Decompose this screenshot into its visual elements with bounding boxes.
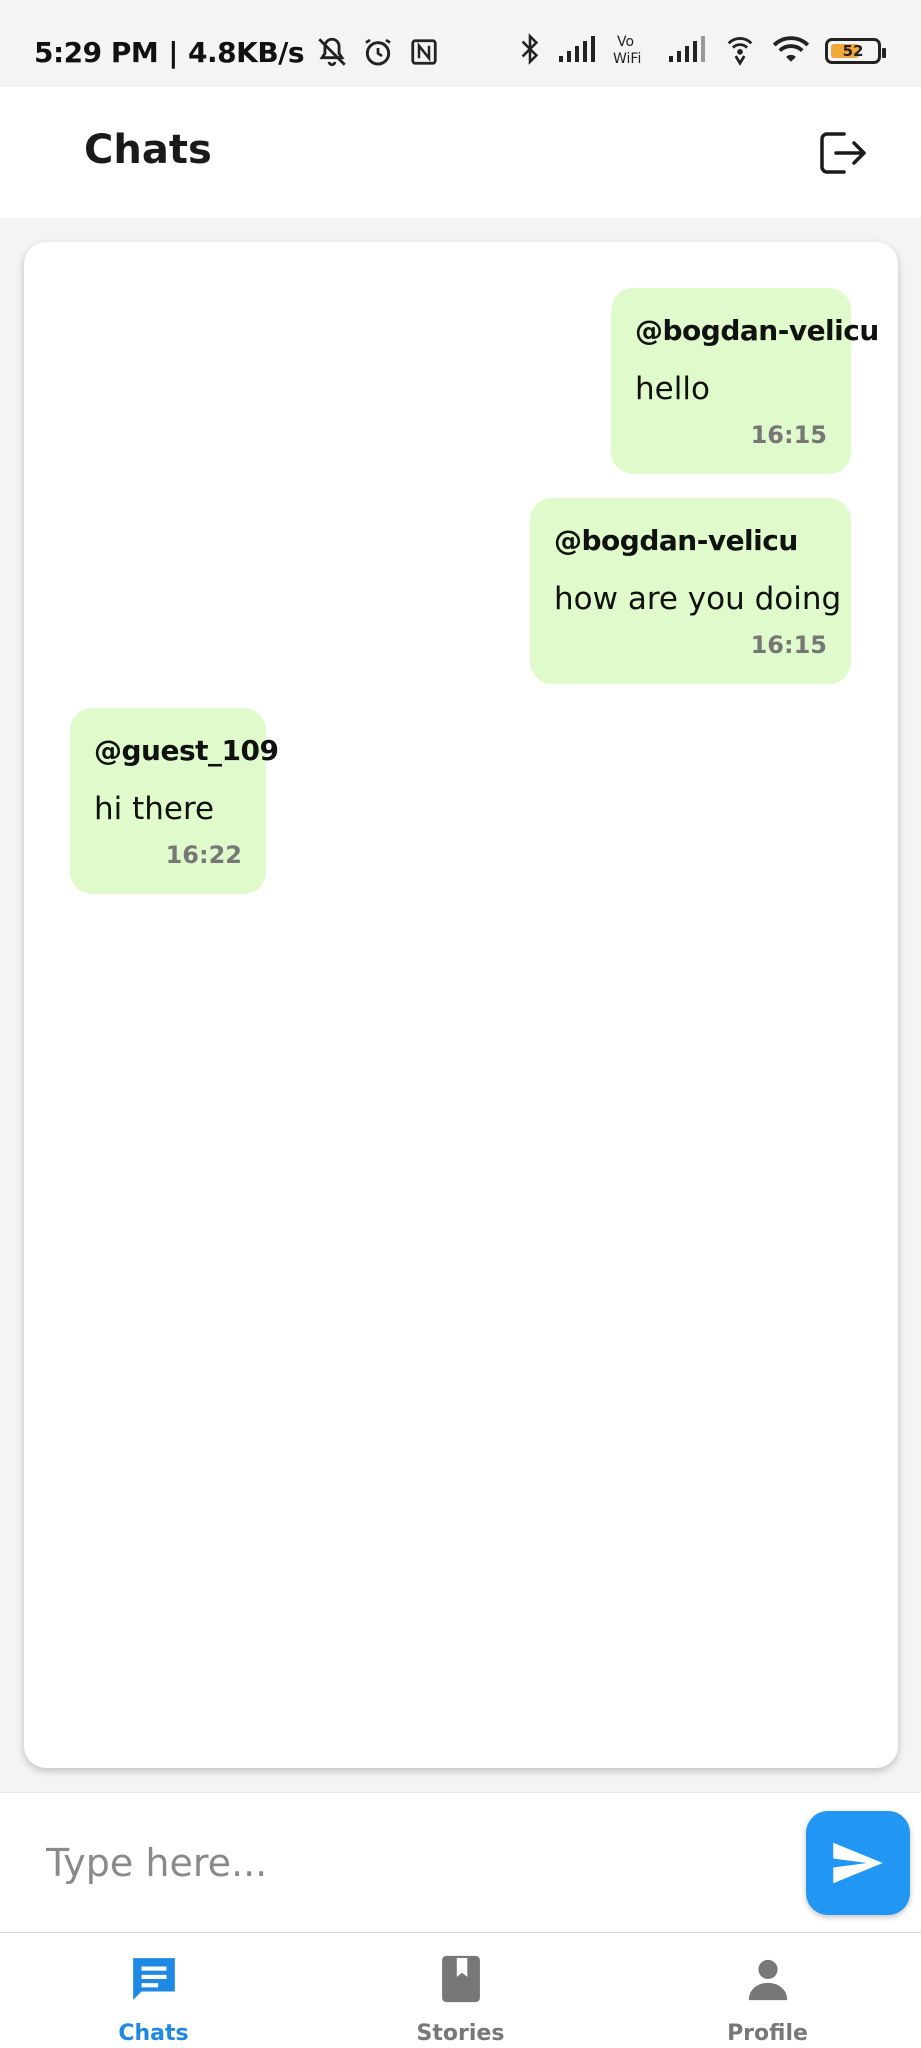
logout-button[interactable] bbox=[815, 125, 871, 181]
message-time: 16:15 bbox=[750, 421, 827, 449]
nav-label: Profile bbox=[727, 2021, 808, 2046]
vowifi-icon: Vo WiFi bbox=[613, 32, 653, 70]
message-bubble[interactable]: @bogdan-velicu hello 16:15 bbox=[611, 288, 879, 474]
logout-icon bbox=[820, 132, 866, 174]
message-text: hello bbox=[635, 371, 710, 407]
signal-icon bbox=[667, 34, 709, 68]
svg-text:WiFi: WiFi bbox=[613, 51, 641, 66]
message-author: @bogdan-velicu bbox=[554, 524, 798, 557]
nav-item-profile[interactable]: Profile bbox=[614, 1933, 921, 2048]
status-time: 5:29 PM bbox=[34, 35, 159, 69]
bluetooth-icon bbox=[517, 32, 543, 70]
message-composer bbox=[0, 1792, 921, 1932]
status-left: 5:29 PM | 4.8KB/s bbox=[34, 34, 442, 70]
wifi-icon bbox=[771, 33, 811, 69]
message-text: how are you doing bbox=[554, 581, 842, 617]
alarm-icon bbox=[360, 34, 396, 70]
book-icon bbox=[433, 1951, 489, 2007]
nfc-icon bbox=[406, 34, 442, 70]
nav-item-stories[interactable]: Stories bbox=[307, 1933, 614, 2048]
person-icon bbox=[740, 1951, 796, 2007]
nav-label: Chats bbox=[118, 2021, 189, 2046]
message-input[interactable] bbox=[46, 1833, 766, 1893]
network-speed: 4.8KB/s bbox=[188, 35, 305, 69]
wifi-hotspot-icon bbox=[723, 32, 757, 70]
mute-icon bbox=[314, 34, 350, 70]
message-author: @guest_109 bbox=[94, 734, 279, 767]
signal-icon bbox=[557, 34, 599, 68]
svg-text:Vo: Vo bbox=[617, 34, 634, 50]
message-time: 16:22 bbox=[165, 841, 242, 869]
message-bubble[interactable]: @bogdan-velicu how are you doing 16:15 bbox=[530, 498, 851, 684]
status-separator: | bbox=[168, 35, 179, 69]
send-icon bbox=[833, 1842, 883, 1884]
app-header: Chats bbox=[0, 87, 921, 218]
nav-label: Stories bbox=[416, 2021, 505, 2046]
message-list[interactable]: @bogdan-velicu hello 16:15 @bogdan-velic… bbox=[24, 242, 898, 1768]
message-author: @bogdan-velicu bbox=[635, 314, 879, 347]
message-time: 16:15 bbox=[750, 631, 827, 659]
send-button[interactable] bbox=[806, 1811, 910, 1915]
nav-item-chats[interactable]: Chats bbox=[0, 1933, 307, 2048]
message-text: hi there bbox=[94, 791, 215, 827]
battery-level: 52 bbox=[842, 42, 864, 60]
battery-icon: 52 bbox=[825, 38, 886, 64]
page-title: Chats bbox=[84, 127, 212, 173]
bottom-nav: Chats Stories Profile bbox=[0, 1932, 921, 2048]
message-bubble[interactable]: @guest_109 hi there 16:22 bbox=[70, 708, 279, 894]
chat-icon bbox=[126, 1951, 182, 2007]
status-bar: 5:29 PM | 4.8KB/s Vo WiFi 52 bbox=[0, 0, 921, 87]
status-right: Vo WiFi 52 bbox=[517, 32, 886, 70]
